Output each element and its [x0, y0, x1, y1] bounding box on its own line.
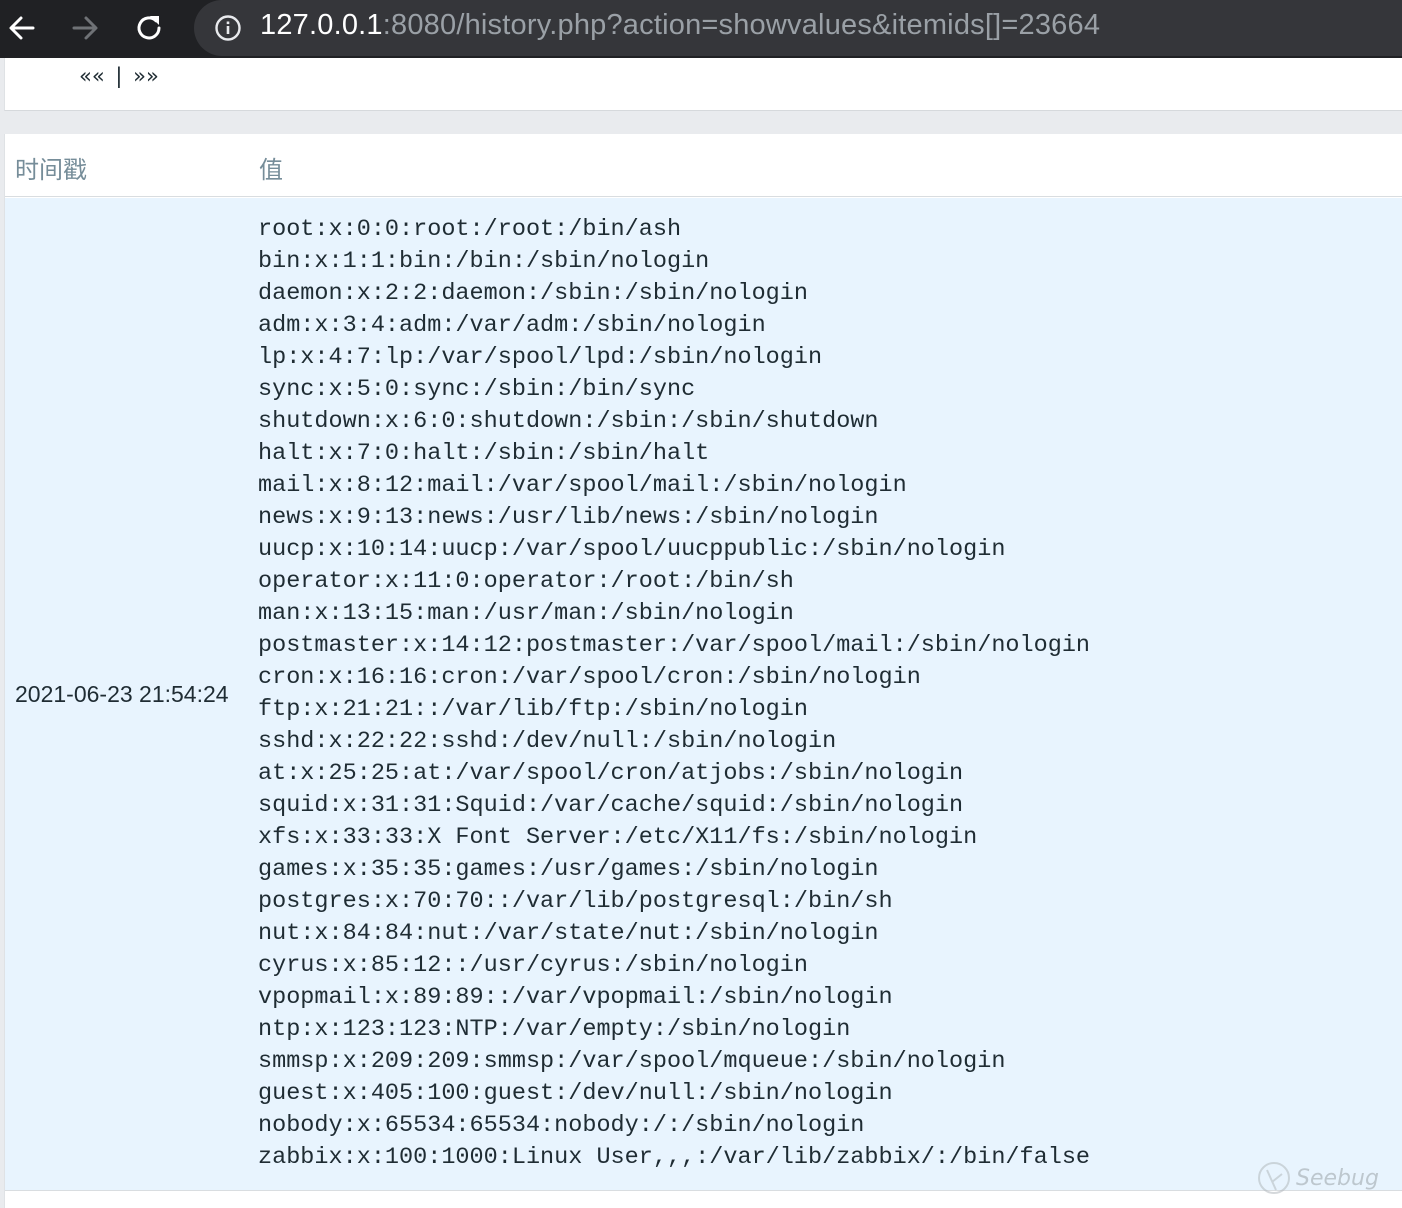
- browser-toolbar: 127.0.0.1:8080/history.php?action=showva…: [0, 0, 1402, 58]
- pager-separator: |: [115, 64, 123, 88]
- pager-next-link[interactable]: »»: [133, 64, 159, 88]
- url-path: :8080/history.php?action=showvalues&item…: [382, 9, 1101, 41]
- url-text[interactable]: 127.0.0.1:8080/history.php?action=showva…: [260, 9, 1100, 42]
- table-row: 2021-06-23 21:54:24 root:x:0:0:root:/roo…: [5, 198, 1402, 1191]
- forward-button[interactable]: [65, 8, 105, 48]
- back-button[interactable]: [2, 8, 42, 48]
- url-host: 127.0.0.1: [260, 9, 383, 41]
- table-header: 时间戳 值: [5, 134, 1402, 197]
- watermark: Seebug: [1256, 1160, 1379, 1196]
- pager-container: «« | »»: [4, 58, 1402, 111]
- page-content: «« | »» 时间戳 值 2021-06-23 21:54:24 root:x…: [0, 58, 1402, 1208]
- pager-prev-link[interactable]: ««: [79, 64, 105, 88]
- header-timestamp: 时间戳: [15, 156, 87, 184]
- arrow-right-icon: [72, 16, 98, 40]
- watermark-text: Seebug: [1296, 1165, 1379, 1191]
- info-circle-icon[interactable]: [214, 14, 242, 42]
- address-bar[interactable]: 127.0.0.1:8080/history.php?action=showva…: [194, 0, 1402, 56]
- arrow-left-icon: [9, 16, 35, 40]
- history-table: 时间戳 值 2021-06-23 21:54:24 root:x:0:0:roo…: [4, 134, 1402, 1208]
- row-timestamp: 2021-06-23 21:54:24: [15, 680, 229, 707]
- row-value: root:x:0:0:root:/root:/bin/ash bin:x:1:1…: [258, 216, 1091, 1171]
- seebug-logo-icon: [1258, 1162, 1290, 1194]
- reload-button[interactable]: [129, 8, 169, 48]
- header-value: 值: [259, 156, 283, 184]
- reload-icon: [137, 16, 161, 40]
- pager: «« | »»: [79, 64, 159, 88]
